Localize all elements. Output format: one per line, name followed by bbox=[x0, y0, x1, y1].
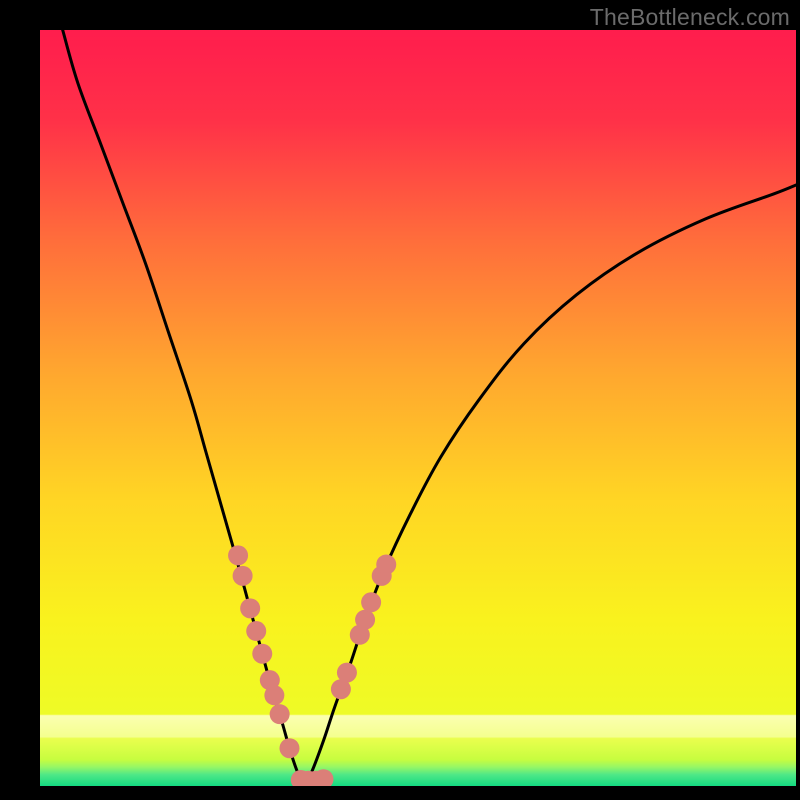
watermark-text: TheBottleneck.com bbox=[590, 4, 790, 31]
scatter-point bbox=[376, 554, 396, 574]
scatter-point bbox=[246, 621, 266, 641]
scatter-point bbox=[337, 663, 357, 683]
chart-svg bbox=[40, 30, 796, 786]
scatter-point bbox=[264, 685, 284, 705]
scatter-point bbox=[355, 610, 375, 630]
scatter-point bbox=[270, 704, 290, 724]
scatter-point bbox=[279, 738, 299, 758]
scatter-point bbox=[240, 598, 260, 618]
chart-frame: TheBottleneck.com bbox=[0, 0, 800, 800]
scatter-point bbox=[228, 545, 248, 565]
plot-area bbox=[40, 30, 796, 786]
scatter-point bbox=[361, 592, 381, 612]
scatter-point bbox=[252, 644, 272, 664]
gradient-background bbox=[40, 30, 796, 786]
scatter-point bbox=[233, 566, 253, 586]
